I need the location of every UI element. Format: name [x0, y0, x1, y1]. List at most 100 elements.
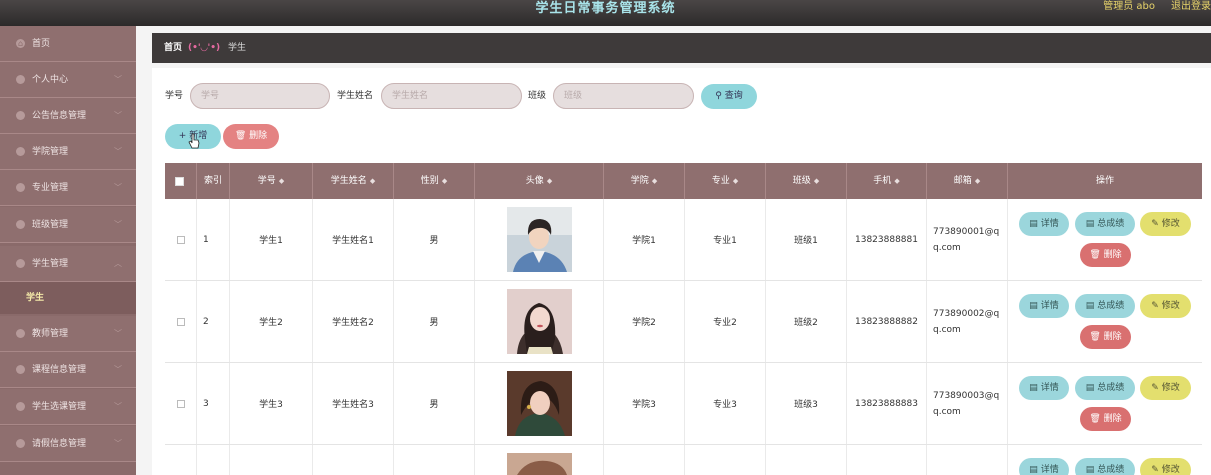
edit-button[interactable]: ✎ 修改	[1140, 212, 1191, 236]
leave-icon	[16, 439, 25, 448]
query-button[interactable]: ⚲ 查询	[701, 84, 757, 109]
cell-student-no	[230, 445, 313, 475]
sort-icon[interactable]: ◆	[814, 177, 819, 185]
header-major[interactable]: 专业 ◆	[685, 163, 766, 199]
cell-actions: ▤ 详情 ▤ 总成绩 ✎ 修改 🗑 删除	[1008, 199, 1202, 280]
sidebar-item-class[interactable]: 班级管理 ﹀	[0, 207, 136, 243]
chevron-down-icon: ﹀	[114, 220, 122, 229]
sidebar-item-label: 首页	[32, 39, 51, 49]
cell-class: 班级1	[766, 199, 847, 280]
notice-icon	[16, 111, 25, 120]
sidebar-item-label: 班级管理	[32, 220, 69, 230]
table-header: 索引 学号 ◆ 学生姓名 ◆ 性别 ◆ 头像 ◆ 学院 ◆ 专业 ◆ 班级 ◆ 手机 ◆ 邮箱 ◆…	[165, 163, 1202, 199]
edit-button[interactable]: ✎ 修改	[1140, 294, 1191, 318]
cell-student-no: 学生1	[230, 199, 313, 280]
cell-phone: 13823888881	[847, 199, 927, 280]
sort-icon[interactable]: ◆	[975, 177, 980, 185]
cell-class: 班级2	[766, 281, 847, 362]
sidebar-item-home[interactable]: ⌂ 首页	[0, 26, 136, 62]
student-no-label: 学号	[165, 91, 184, 101]
breadcrumb-emoticon: (•'◡'•)	[188, 43, 221, 53]
document-icon: ▤	[1085, 301, 1095, 311]
sidebar-subitem-student[interactable]: 学生	[0, 282, 136, 314]
sidebar-item-teacher[interactable]: 教师管理 ﹀	[0, 316, 136, 352]
document-icon: ▤	[1085, 219, 1095, 229]
row-checkbox-cell[interactable]	[165, 281, 197, 362]
student-no-input[interactable]	[190, 83, 330, 109]
breadcrumb-home[interactable]: 首页	[164, 33, 182, 63]
sort-icon[interactable]: ◆	[894, 177, 899, 185]
avatar-photo-4[interactable]	[506, 453, 572, 475]
home-icon: ⌂	[16, 39, 25, 48]
row-checkbox-cell[interactable]	[165, 445, 197, 475]
header-gender[interactable]: 性别 ◆	[394, 163, 475, 199]
sidebar-item-student[interactable]: 学生管理 ︿	[0, 246, 136, 282]
detail-button[interactable]: ▤ 详情	[1019, 376, 1069, 400]
edit-button[interactable]: ✎ 修改	[1140, 458, 1191, 475]
header-student-no[interactable]: 学号 ◆	[230, 163, 313, 199]
sort-icon[interactable]: ◆	[733, 177, 738, 185]
delete-button[interactable]: 🗑 删除	[223, 124, 279, 149]
trash-icon: 🗑	[1089, 414, 1101, 424]
cell-gender: 男	[394, 363, 475, 444]
document-icon: ▤	[1085, 383, 1095, 393]
row-delete-button[interactable]: 🗑 删除	[1080, 407, 1131, 431]
header-phone[interactable]: 手机 ◆	[847, 163, 927, 199]
user-icon	[16, 75, 25, 84]
cell-class: 班级3	[766, 363, 847, 444]
cell-student-name: 学生姓名2	[313, 281, 394, 362]
student-table: 索引 学号 ◆ 学生姓名 ◆ 性别 ◆ 头像 ◆ 学院 ◆ 专业 ◆ 班级 ◆ 手机 ◆ 邮箱 ◆…	[165, 163, 1202, 475]
header-class[interactable]: 班级 ◆	[766, 163, 847, 199]
total-score-button[interactable]: ▤ 总成绩	[1075, 294, 1135, 318]
row-delete-button[interactable]: 🗑 删除	[1080, 243, 1131, 267]
sidebar-item-leave[interactable]: 请假信息管理 ﹀	[0, 426, 136, 462]
row-checkbox[interactable]	[176, 317, 185, 326]
detail-button[interactable]: ▤ 详情	[1019, 458, 1069, 475]
detail-button[interactable]: ▤ 详情	[1019, 212, 1069, 236]
header-email[interactable]: 邮箱 ◆	[927, 163, 1008, 199]
sidebar-item-label: 专业管理	[32, 183, 69, 193]
sort-icon[interactable]: ◆	[370, 177, 375, 185]
course-icon	[16, 365, 25, 374]
row-checkbox-cell[interactable]	[165, 363, 197, 444]
sidebar-item-select-course[interactable]: 学生选课管理 ﹀	[0, 389, 136, 425]
header-select-all[interactable]	[165, 163, 197, 199]
student-name-input[interactable]	[381, 83, 522, 109]
row-delete-button[interactable]: 🗑 删除	[1080, 325, 1131, 349]
row-checkbox-cell[interactable]	[165, 199, 197, 280]
avatar-photo-3[interactable]	[506, 371, 572, 436]
sidebar-item-course[interactable]: 课程信息管理 ﹀	[0, 352, 136, 388]
row-checkbox[interactable]	[176, 235, 185, 244]
total-score-button[interactable]: ▤ 总成绩	[1075, 212, 1135, 236]
select-all-checkbox[interactable]	[175, 177, 184, 186]
sidebar-item-major[interactable]: 专业管理 ﹀	[0, 170, 136, 206]
sidebar-item-profile[interactable]: 个人中心 ﹀	[0, 62, 136, 98]
edit-button[interactable]: ✎ 修改	[1140, 376, 1191, 400]
avatar-photo-2[interactable]	[506, 289, 572, 354]
chevron-up-icon: ︿	[114, 259, 122, 268]
cell-phone: 13823888882	[847, 281, 927, 362]
avatar-photo-1[interactable]	[506, 207, 572, 272]
row-checkbox[interactable]	[176, 399, 185, 408]
sort-icon[interactable]: ◆	[279, 177, 284, 185]
header-student-name[interactable]: 学生姓名 ◆	[313, 163, 394, 199]
sort-icon[interactable]: ◆	[547, 177, 552, 185]
admin-user[interactable]: 管理员 abo	[1103, 0, 1155, 14]
sort-icon[interactable]: ◆	[442, 177, 447, 185]
sidebar-item-label: 请假信息管理	[32, 439, 87, 449]
cell-email: 773890003@qq.com	[927, 363, 1008, 444]
top-bar: 学生日常事务管理系统 管理员 abo 退出登录	[0, 0, 1211, 26]
total-score-button[interactable]: ▤ 总成绩	[1075, 376, 1135, 400]
sort-icon[interactable]: ◆	[652, 177, 657, 185]
header-avatar[interactable]: 头像 ◆	[475, 163, 604, 199]
sidebar-item-college[interactable]: 学院管理 ﹀	[0, 134, 136, 170]
total-score-button[interactable]: ▤ 总成绩	[1075, 458, 1135, 475]
cell-actions: ▤ 详情 ▤ 总成绩 ✎ 修改	[1008, 445, 1202, 475]
header-college[interactable]: 学院 ◆	[604, 163, 685, 199]
sidebar-item-notice[interactable]: 公告信息管理 ﹀	[0, 98, 136, 134]
cell-gender	[394, 445, 475, 475]
detail-button[interactable]: ▤ 详情	[1019, 294, 1069, 318]
logout-link[interactable]: 退出登录	[1171, 0, 1211, 14]
class-input[interactable]	[553, 83, 694, 109]
cell-class	[766, 445, 847, 475]
